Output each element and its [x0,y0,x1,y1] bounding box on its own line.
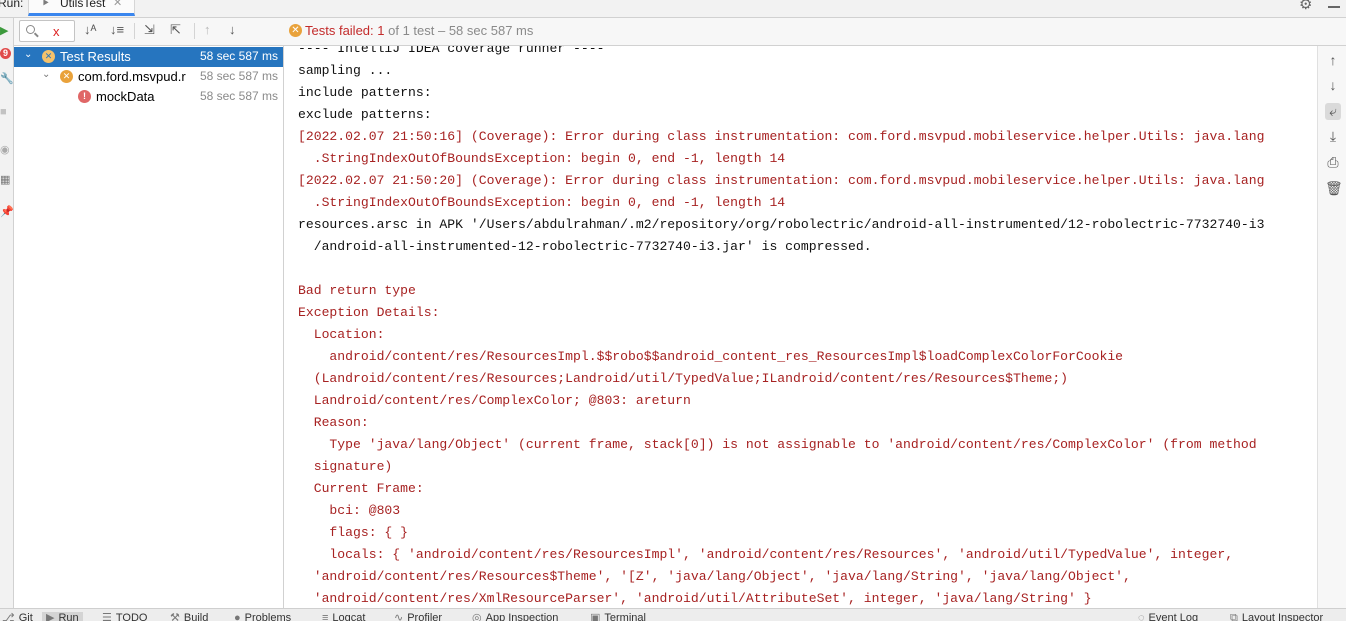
next-failed-icon[interactable]: ↓ [229,22,236,37]
console-line: 'android/content/res/XmlResourceParser',… [298,591,1092,606]
test-results-tree: ⌄ ✕ Test Results 58 sec 587 ms ⌄ ✕ com.f… [14,46,284,609]
tests-failed-status-icon: ✕ [289,24,302,37]
console-toolbar: ↑ ↓ ⤶ ⤓ ⎙ 🗑 [1317,46,1346,609]
rerun-failed-icon[interactable]: 9 [0,48,11,59]
console-line: [2022.02.07 21:50:20] (Coverage): Error … [298,173,1265,188]
warning-status-icon: ✕ [42,50,55,63]
console-line: [2022.02.07 21:50:16] (Coverage): Error … [298,129,1265,144]
hide-icon[interactable] [1328,6,1340,8]
console-line: exclude patterns: [298,107,432,122]
run-config-tab-title: UtilsTest [60,0,106,10]
console-line: 'android/content/res/Resources$Theme', '… [298,569,1131,584]
console-line: flags: { } [298,525,409,540]
run-config-tab[interactable]: ⯈ UtilsTest ✕ [28,0,135,16]
search-value: x [53,24,60,39]
run-label: Run: [0,0,24,10]
expand-all-icon[interactable]: ⇲ [144,22,155,38]
console-line: signature) [298,459,393,474]
chevron-down-icon[interactable]: ⌄ [42,69,50,80]
previous-failed-icon[interactable]: ↑ [204,22,211,37]
rerun-icon[interactable]: ▶ [0,24,8,37]
sort-alpha-icon[interactable]: ↓ᴬ [84,22,96,37]
eye-icon[interactable]: ◉ [0,143,10,156]
tests-summary: of 1 test – 58 sec 587 ms [384,23,534,38]
console-line: Landroid/content/res/ComplexColor; @803:… [298,393,691,408]
console-line: .StringIndexOutOfBoundsException: begin … [298,195,786,210]
console-line: /android-all-instrumented-12-robolectric… [298,239,872,254]
console-line: sampling ... [298,63,393,78]
tree-item-test-class[interactable]: ⌄ ✕ com.ford.msvpud.r 58 sec 587 ms [14,67,283,87]
bottom-tool-bar: ⎇ Git ▶ Run ☰ TODO ⚒ Build ● Problems ≡ Logcat… [0,608,1346,621]
console-output[interactable]: » ---- IntelliJ IDEA coverage runner ---… [286,46,1316,609]
console-line: Bad return type [298,283,416,298]
tree-item-duration: 58 sec 587 ms [199,89,278,103]
console-line: Exception Details: [298,305,440,320]
error-status-icon: ! [78,90,91,103]
search-input[interactable]: x [19,20,75,42]
console-line: Reason: [298,415,369,430]
tree-item-test-method[interactable]: ! mockData 58 sec 587 ms [14,87,283,107]
console-line: Type 'java/lang/Object' (current frame, … [298,437,1257,452]
console-line: .StringIndexOutOfBoundsException: begin … [298,151,786,166]
scroll-up-icon[interactable]: ↑ [1325,52,1341,68]
warning-status-icon: ✕ [60,70,73,83]
tree-item-duration: 58 sec 587 ms [199,49,278,63]
tree-item-duration: 58 sec 587 ms [199,69,278,83]
test-status-text: Tests failed: 1 of 1 test – 58 sec 587 m… [305,23,533,38]
trash-icon[interactable]: 🗑 [1325,180,1343,197]
console-line: locals: { 'android/content/res/Resources… [298,547,1234,562]
print-icon[interactable]: ⎙ [1325,154,1341,171]
sort-duration-icon[interactable]: ↓≡ [110,22,124,37]
console-line: Current Frame: [298,481,424,496]
soft-wrap-icon[interactable]: ⤶ [1325,103,1341,120]
test-config-icon: ⯈ [41,0,50,10]
run-actions-strip: ▶ 9 🔧 ■ ◉ ▦ 📌 [0,18,14,608]
layout-icon[interactable]: ▦ [0,173,10,186]
tests-failed-label: Tests failed: 1 [305,23,385,38]
gear-icon[interactable]: ⚙ [1299,0,1312,13]
run-tool-window-header: Run: ⯈ UtilsTest ✕ ⚙ [0,0,1346,18]
close-icon[interactable]: ✕ [113,0,122,9]
collapse-all-icon[interactable]: ⇱ [170,22,181,38]
console-line: include patterns: [298,85,432,100]
tree-item-label: mockData [96,89,155,104]
scroll-down-icon[interactable]: ↓ [1325,77,1341,93]
console-line: Location: [298,327,385,342]
console-line: ---- IntelliJ IDEA coverage runner ---- [298,46,605,56]
stop-icon[interactable]: ■ [0,106,7,118]
tree-item-label: Test Results [60,49,131,64]
search-icon [26,25,35,34]
chevron-down-icon[interactable]: ⌄ [24,49,32,60]
tree-item-test-results[interactable]: ⌄ ✕ Test Results 58 sec 587 ms [14,47,283,67]
console-line: android/content/res/ResourcesImpl.$$robo… [298,349,1124,364]
console-line: bci: @803 [298,503,401,518]
console-text: ---- IntelliJ IDEA coverage runner ---- s… [298,46,1264,609]
scroll-to-end-icon[interactable]: ⤓ [1325,128,1341,145]
toolbar-separator [194,23,195,39]
console-line: (Landroid/content/res/Resources;Landroid… [298,371,1069,386]
console-line: resources.arsc in APK '/Users/abdulrahma… [298,217,1265,232]
wrench-icon[interactable]: 🔧 [0,72,14,85]
toolbar-separator [134,23,135,39]
pin-icon[interactable]: 📌 [0,205,14,218]
test-runner-toolbar: x ↓ᴬ ↓≡ ⇲ ⇱ ↑ ↓ ✕ Tests failed: 1 of 1 t… [14,18,1346,46]
tree-item-label: com.ford.msvpud.r [78,69,186,84]
